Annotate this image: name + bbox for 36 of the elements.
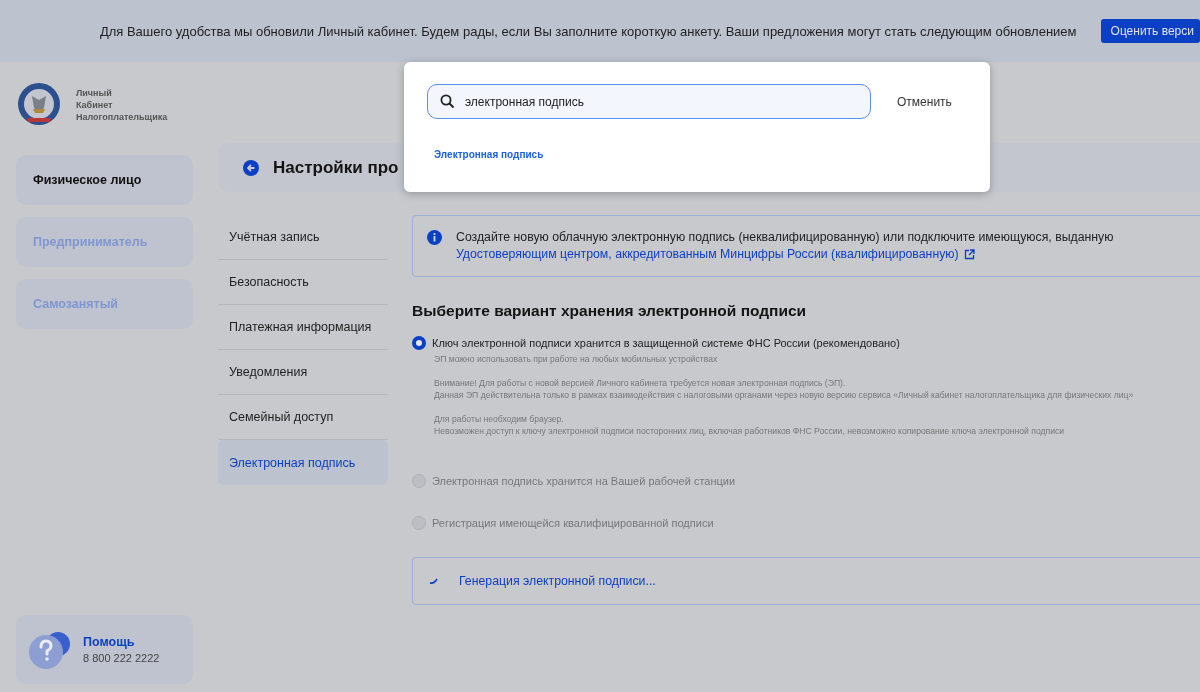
settings-menu-item[interactable]: Учётная запись [218, 215, 388, 260]
banner-text: Для Вашего удобства мы обновили Личный кабинет. Будем рады, если Вы заполните короткую анкету. Ваши предложения могут стать следующим обновлением [99, 23, 1077, 39]
search-result-link[interactable]: Электронная подпись [434, 149, 544, 160]
info-icon [427, 230, 442, 245]
profile-tab[interactable]: Физическое лицо [16, 155, 193, 205]
option-note: Для работы необходим браузер. [434, 413, 565, 425]
spinner-icon [429, 577, 439, 585]
settings-menu-item[interactable]: Электронная подпись [218, 440, 388, 485]
logo-text: Кабинет [76, 99, 114, 111]
back-icon[interactable] [243, 159, 259, 176]
help-card[interactable]: Помощь 8 800 222 2222 [16, 615, 193, 684]
logo-text: Налогоплательщика [76, 111, 168, 123]
section-heading: Выберите вариант хранения электронной подписи [412, 302, 808, 320]
radio-button[interactable] [412, 336, 426, 350]
external-link-icon [963, 248, 975, 260]
info-text: Создайте новую облачную электронную подпись (неквалифицированную) или подключите имеющуюся, выданную [456, 230, 1114, 244]
option-note: Данная ЭП действительна только в рамках взаимодействия с налоговыми органами через новую версию сервиса «Личный кабинет налогоплательщика для физических лиц» [434, 389, 1135, 401]
logo-text: Личный [76, 87, 113, 99]
question-icon [29, 629, 73, 670]
help-phone: 8 800 222 2222 [83, 652, 160, 664]
rate-version-button[interactable]: Оценить верси [1100, 19, 1200, 43]
search-icon [440, 94, 455, 109]
settings-menu-item[interactable]: Платежная информация [218, 305, 388, 350]
settings-menu-item[interactable]: Уведомления [218, 350, 388, 395]
cancel-button[interactable]: Отменить [897, 94, 952, 109]
accredited-center-link[interactable]: Удостоверяющим центром, аккредитованным Минцифры России (квалифицированную) [456, 247, 959, 261]
help-title: Помощь [83, 635, 136, 649]
option-note: ЭП можно использовать при работе на любых мобильных устройствах [434, 353, 719, 365]
option-note: Внимание! Для работы с новой версией Личного кабинета требуется новая электронная подпись (ЭП). [434, 377, 847, 389]
page-title: Настройки про [273, 157, 399, 178]
settings-menu-item[interactable]: Безопасность [218, 260, 388, 305]
emblem-icon [16, 82, 62, 128]
search-field[interactable]: электронная подпись [427, 84, 871, 119]
progress-text: Генерация электронной подписи... [459, 574, 656, 588]
option-note: Невозможен доступ к ключу электронной подписи посторонних лиц, включая работников ФНС России, невозможно копирование ключа электронной подписи [434, 425, 1066, 437]
radio-option[interactable]: Ключ электронной подписи хранится в защищенной системе ФНС России (рекомендовано) [412, 333, 1200, 353]
